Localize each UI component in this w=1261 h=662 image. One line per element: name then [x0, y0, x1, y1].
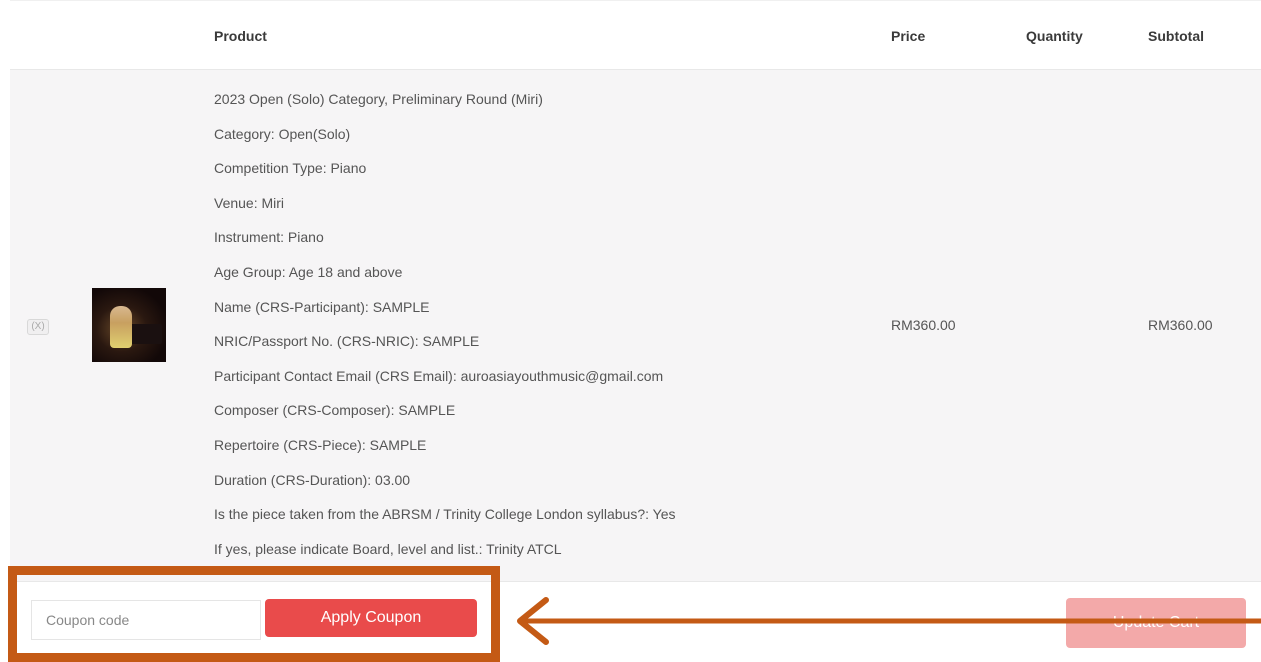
- product-detail-line: Name (CRS-Participant): SAMPLE: [214, 298, 430, 315]
- product-detail-line: Competition Type: Piano: [214, 160, 367, 177]
- cart-header-row: Product Price Quantity Subtotal: [10, 0, 1261, 70]
- item-subtotal: RM360.00: [1148, 317, 1213, 333]
- item-price: RM360.00: [891, 317, 956, 333]
- product-details: 2023 Open (Solo) Category, Preliminary R…: [214, 88, 675, 572]
- product-detail-line: Duration (CRS-Duration): 03.00: [214, 471, 411, 488]
- product-detail-line: Participant Contact Email (CRS Email): a…: [214, 367, 664, 384]
- product-detail-line: NRIC/Passport No. (CRS-NRIC): SAMPLE: [214, 333, 480, 350]
- product-detail-line: Is the piece taken from the ABRSM / Trin…: [214, 506, 676, 523]
- product-thumbnail[interactable]: [92, 288, 166, 362]
- cart-actions-row: Apply Coupon Update Cart: [10, 582, 1261, 662]
- apply-coupon-button[interactable]: Apply Coupon: [265, 599, 477, 637]
- subtotal-column-header: Subtotal: [1148, 28, 1204, 44]
- product-detail-line: Composer (CRS-Composer): SAMPLE: [214, 402, 456, 419]
- coupon-code-input[interactable]: [31, 600, 261, 640]
- product-detail-line: Age Group: Age 18 and above: [214, 263, 403, 280]
- price-column-header: Price: [891, 28, 926, 44]
- product-detail-line: Repertoire (CRS-Piece): SAMPLE: [214, 436, 427, 453]
- product-name-link[interactable]: 2023 Open (Solo) Category, Preliminary R…: [214, 88, 675, 123]
- product-detail-line: Venue: Miri: [214, 194, 285, 211]
- performer-shape: [110, 306, 132, 348]
- cart-table: Product Price Quantity Subtotal (X) 2023…: [10, 0, 1261, 662]
- product-detail-line: Instrument: Piano: [214, 229, 324, 246]
- product-detail-line: Category: Open(Solo): [214, 125, 351, 142]
- quantity-column-header: Quantity: [1026, 28, 1083, 44]
- product-column-header: Product: [214, 28, 267, 44]
- remove-item-button[interactable]: (X): [27, 319, 49, 335]
- update-cart-button[interactable]: Update Cart: [1066, 598, 1246, 648]
- cart-item-row: (X) 2023 Open (Solo) Category, Prelimina…: [10, 70, 1261, 582]
- product-detail-line: If yes, please indicate Board, level and…: [214, 540, 562, 557]
